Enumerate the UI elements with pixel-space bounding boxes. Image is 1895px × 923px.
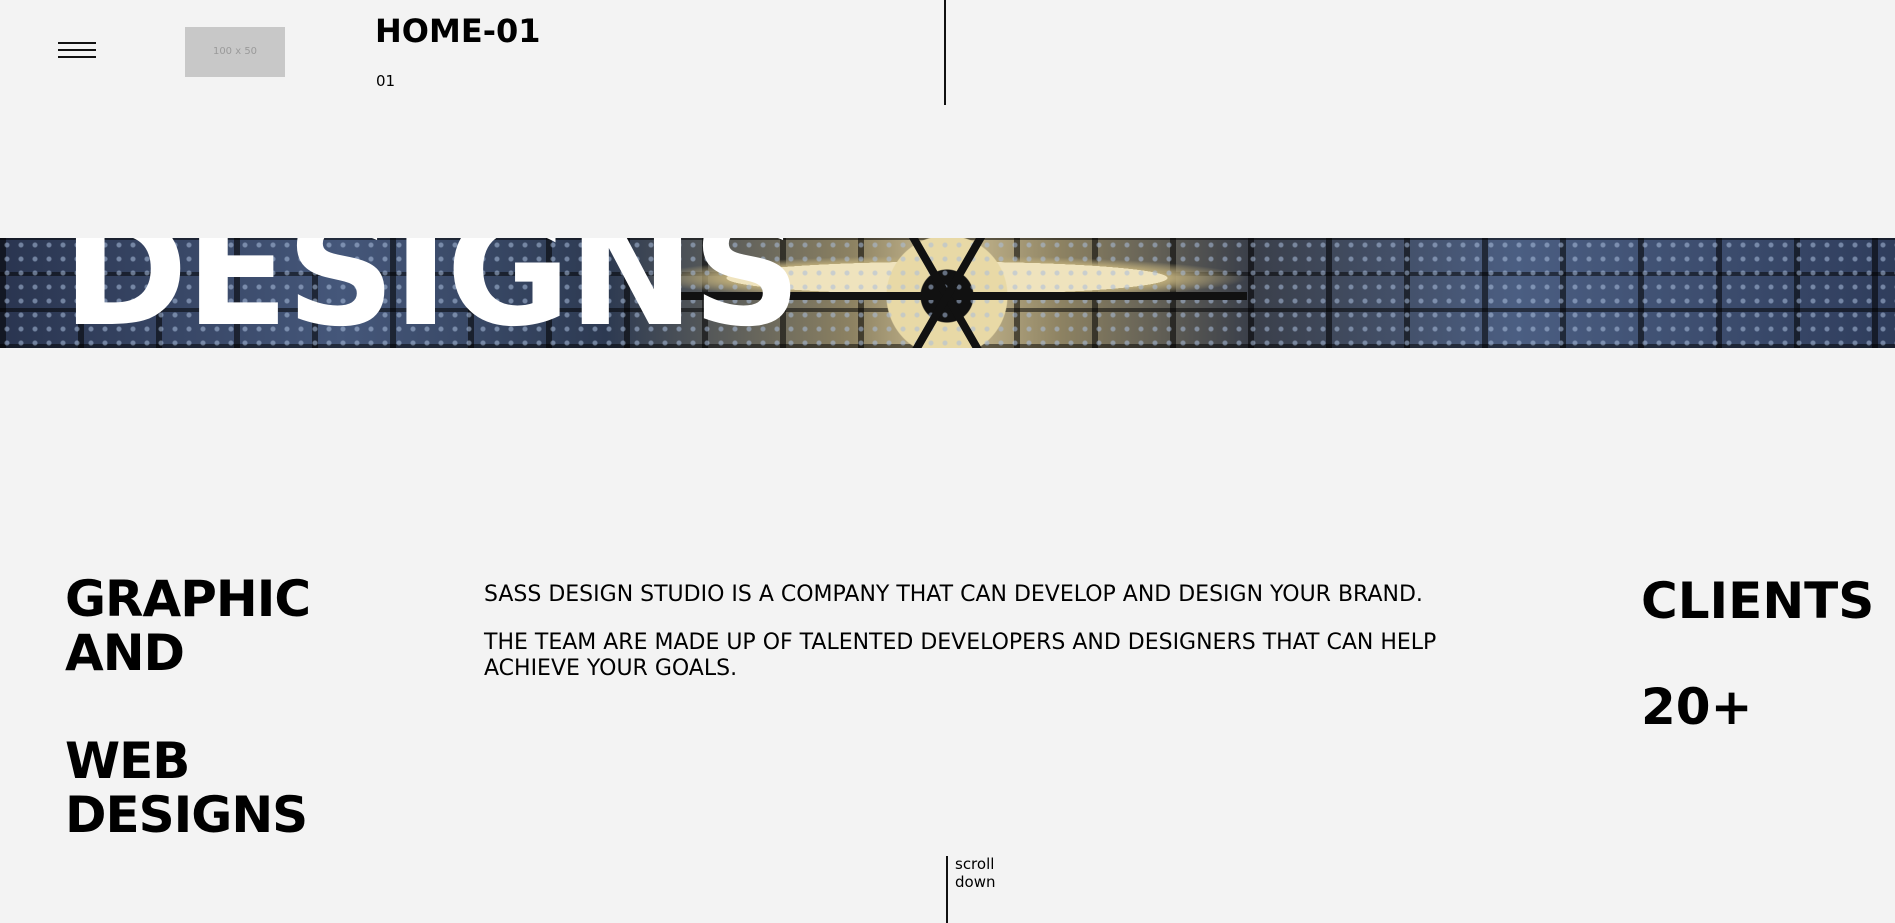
services-heading: GRAPHIC AND WEB DESIGNS xyxy=(65,570,311,844)
hamburger-menu-icon[interactable] xyxy=(58,42,96,62)
services-line: AND xyxy=(65,624,185,682)
about-text: SASS DESIGN STUDIO IS A COMPANY THAT CAN… xyxy=(484,582,1524,704)
clients-count: 20+ xyxy=(1641,678,1753,736)
page: 100 x 50 HOME-01 01 DESIGNS GRAPHIC AND … xyxy=(0,0,1895,923)
about-paragraph: SASS DESIGN STUDIO IS A COMPANY THAT CAN… xyxy=(484,582,1423,607)
clients-stat: CLIENTS 20+ xyxy=(1641,572,1874,736)
about-paragraph: THE TEAM ARE MADE UP OF TALENTED DEVELOP… xyxy=(484,630,1437,681)
hero-banner: DESIGNS xyxy=(0,238,1895,348)
scroll-label-line: scroll xyxy=(955,855,995,873)
header-divider xyxy=(944,0,946,105)
clients-label: CLIENTS xyxy=(1641,572,1875,630)
page-title: HOME-01 xyxy=(375,12,541,50)
scroll-label-line: down xyxy=(955,873,996,891)
logo-placeholder[interactable]: 100 x 50 xyxy=(185,27,285,77)
scroll-down-link[interactable]: scroll down xyxy=(955,855,995,891)
page-number: 01 xyxy=(376,72,396,90)
services-line: WEB xyxy=(65,732,190,790)
scroll-indicator-line xyxy=(946,856,948,923)
services-line: GRAPHIC xyxy=(65,570,311,628)
hero-heading: DESIGNS xyxy=(62,238,801,348)
services-line: DESIGNS xyxy=(65,786,308,844)
